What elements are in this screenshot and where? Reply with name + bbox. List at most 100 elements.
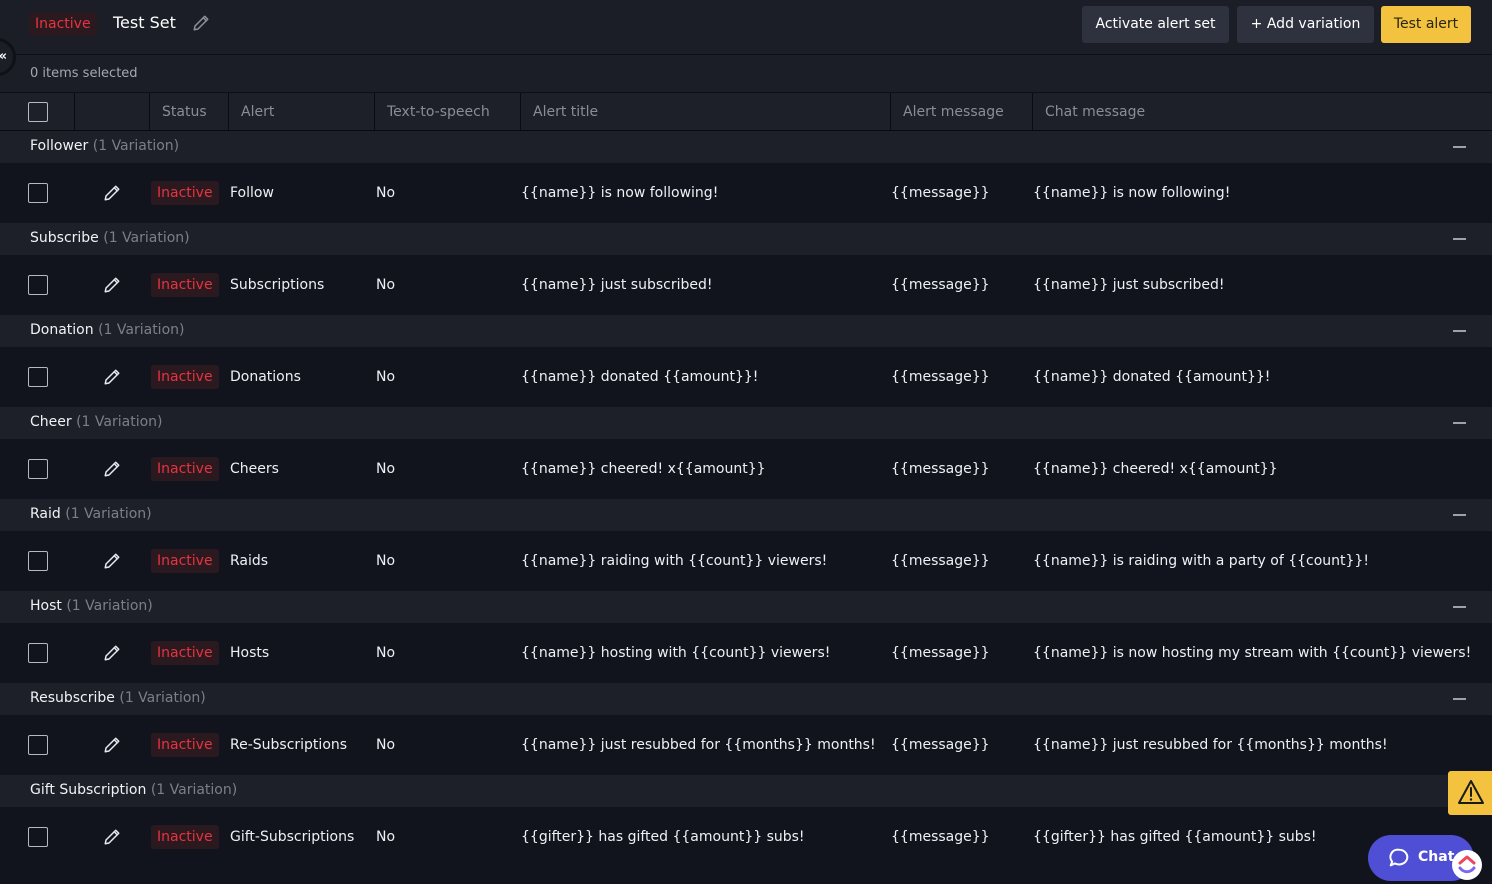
activate-alert-set-button[interactable]: Activate alert set [1082,6,1229,43]
add-variation-button[interactable]: + Add variation [1237,6,1374,43]
tts-value: No [376,645,396,661]
group-variation-count: (1 Variation) [66,598,153,614]
chat-message: {{name}} is now hosting my stream with {… [1033,645,1472,661]
alert-title: {{name}} donated {{amount}}! [521,369,759,385]
table-row[interactable]: Inactive Raids No {{name}} raiding with … [0,531,1492,591]
group-header-donation[interactable]: Donation (1 Variation) [0,315,1492,347]
collapse-group-icon[interactable] [1453,698,1466,700]
status-badge: Inactive [151,457,219,481]
group-variation-count: (1 Variation) [65,506,152,522]
group-variation-count: (1 Variation) [150,782,238,798]
row-checkbox[interactable] [28,459,48,479]
tts-value: No [376,185,396,201]
column-header-alert[interactable]: Alert [228,93,374,131]
collapse-group-icon[interactable] [1453,422,1466,424]
row-checkbox[interactable] [28,367,48,387]
table-row[interactable]: Inactive Re-Subscriptions No {{name}} ju… [0,715,1492,775]
table-row[interactable]: Inactive Gift-Subscriptions No {{gifter}… [0,807,1492,867]
status-badge: Inactive [151,181,219,205]
test-alert-button[interactable]: Test alert [1381,6,1471,43]
tts-value: No [376,461,396,477]
alert-set-status-badge: Inactive [29,12,97,36]
alert-title: {{name}} just subscribed! [521,277,713,293]
warning-triangle-icon [1458,780,1484,804]
chat-label: Chat [1418,849,1455,865]
column-header-tts[interactable]: Text-to-speech [374,93,520,131]
group-variation-count: (1 Variation) [92,138,180,154]
group-name: Resubscribe [30,690,115,706]
group-header-gift-subscription[interactable]: Gift Subscription (1 Variation) [0,775,1492,807]
group-name: Host [30,598,62,614]
row-checkbox[interactable] [28,183,48,203]
alert-message: {{message}} [891,185,990,201]
alert-title: {{name}} raiding with {{count}} viewers! [521,553,828,569]
clickup-logo-icon[interactable] [1452,850,1482,880]
status-badge: Inactive [151,825,219,849]
pencil-icon[interactable] [103,828,121,846]
table-row[interactable]: Inactive Donations No {{name}} donated {… [0,347,1492,407]
group-header-cheer[interactable]: Cheer (1 Variation) [0,407,1492,439]
chat-bubble-icon [1389,848,1409,867]
selection-bar: 0 items selected [0,55,1492,93]
table-row[interactable]: Inactive Hosts No {{name}} hosting with … [0,623,1492,683]
pencil-icon[interactable] [192,14,210,32]
alert-message: {{message}} [891,829,990,845]
table-row[interactable]: Inactive Subscriptions No {{name}} just … [0,255,1492,315]
tts-value: No [376,737,396,753]
row-checkbox[interactable] [28,827,48,847]
select-all-checkbox[interactable] [28,102,48,122]
warning-button[interactable] [1448,771,1492,815]
chat-message: {{name}} just subscribed! [1033,277,1225,293]
collapse-group-icon[interactable] [1453,146,1466,148]
group-header-raid[interactable]: Raid (1 Variation) [0,499,1492,531]
pencil-icon[interactable] [103,552,121,570]
alert-message: {{message}} [891,369,990,385]
tts-value: No [376,829,396,845]
pencil-icon[interactable] [103,644,121,662]
column-header-chat-message[interactable]: Chat message [1032,93,1492,131]
chat-message: {{name}} just resubbed for {{months}} mo… [1033,737,1388,753]
pencil-icon[interactable] [103,368,121,386]
chat-message: {{name}} cheered! x{{amount}} [1033,461,1278,477]
tts-value: No [376,369,396,385]
alert-title: {{name}} just resubbed for {{months}} mo… [521,737,876,753]
selected-count: 0 items selected [30,66,138,81]
group-variation-count: (1 Variation) [98,322,185,338]
group-name: Donation [30,322,94,338]
group-header-subscribe[interactable]: Subscribe (1 Variation) [0,223,1492,255]
chat-message: {{name}} is raiding with a party of {{co… [1033,553,1369,569]
collapse-group-icon[interactable] [1453,330,1466,332]
row-checkbox[interactable] [28,275,48,295]
alert-name: Re-Subscriptions [230,737,348,753]
pencil-icon[interactable] [103,276,121,294]
top-bar: Inactive Test Set Activate alert set + A… [0,0,1492,55]
status-badge: Inactive [151,549,219,573]
alert-name: Cheers [230,461,279,477]
collapse-group-icon[interactable] [1453,606,1466,608]
alert-message: {{message}} [891,645,990,661]
row-checkbox[interactable] [28,551,48,571]
alert-title: {{name}} hosting with {{count}} viewers! [521,645,831,661]
collapse-group-icon[interactable] [1453,238,1466,240]
alert-name: Donations [230,369,301,385]
column-header-alert-message[interactable]: Alert message [890,93,1032,131]
row-checkbox[interactable] [28,643,48,663]
table-row[interactable]: Inactive Cheers No {{name}} cheered! x{{… [0,439,1492,499]
pencil-icon[interactable] [103,184,121,202]
pencil-icon[interactable] [103,736,121,754]
tts-value: No [376,553,396,569]
chat-message: {{name}} is now following! [1033,185,1231,201]
pencil-icon[interactable] [103,460,121,478]
table-row[interactable]: Inactive Follow No {{name}} is now follo… [0,163,1492,223]
group-variation-count: (1 Variation) [103,230,190,246]
alert-name: Raids [230,553,269,569]
group-header-resubscribe[interactable]: Resubscribe (1 Variation) [0,683,1492,715]
group-name: Subscribe [30,230,99,246]
row-checkbox[interactable] [28,735,48,755]
group-header-host[interactable]: Host (1 Variation) [0,591,1492,623]
column-header-alert-title[interactable]: Alert title [520,93,890,131]
column-header-status[interactable]: Status [149,93,228,131]
chat-message: {{gifter}} has gifted {{amount}} subs! [1033,829,1317,845]
collapse-group-icon[interactable] [1453,514,1466,516]
group-header-follower[interactable]: Follower (1 Variation) [0,131,1492,163]
